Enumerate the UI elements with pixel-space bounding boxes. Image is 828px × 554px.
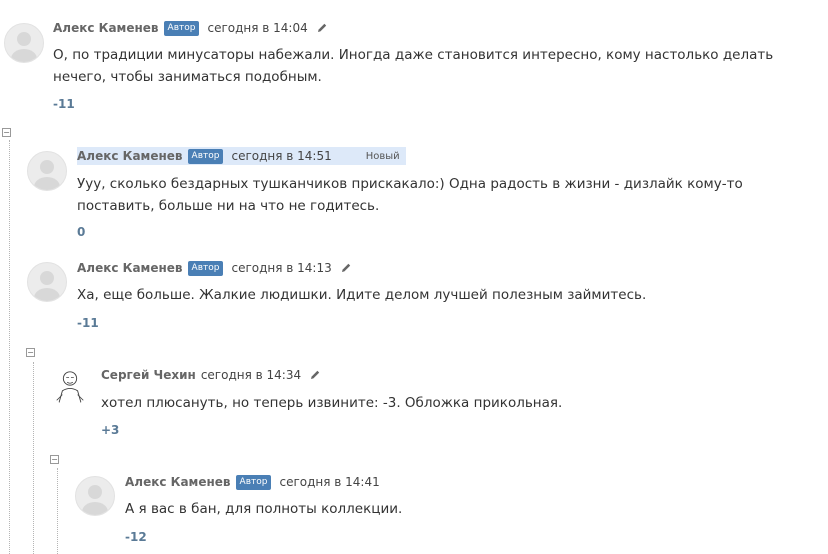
author-badge: Автор [187, 260, 224, 276]
comment-meta: Алекс Каменев Автор сегодня в 14:51 Новы… [77, 147, 406, 165]
comment-text: хотел плюсануть, но теперь извините: -3.… [101, 395, 563, 411]
comment-time[interactable]: сегодня в 14:04 [207, 21, 307, 35]
comment-meta: Алекс Каменев Автор сегодня в 14:13 [77, 259, 352, 277]
thread-line [9, 140, 10, 554]
comment-text: Ха, еще больше. Жалкие людишки. Идите де… [77, 287, 647, 303]
collapse-toggle-icon[interactable]: − [2, 128, 11, 137]
pencil-icon[interactable] [340, 262, 352, 274]
comment-time[interactable]: сегодня в 14:13 [231, 261, 331, 275]
avatar[interactable] [4, 23, 44, 63]
comment-time[interactable]: сегодня в 14:41 [279, 475, 379, 489]
collapse-toggle-icon[interactable]: − [50, 455, 59, 464]
avatar[interactable] [27, 151, 67, 191]
author-name[interactable]: Алекс Каменев [125, 475, 231, 489]
author-name[interactable]: Алекс Каменев [77, 261, 183, 275]
avatar[interactable] [75, 476, 115, 516]
author-name[interactable]: Алекс Каменев [77, 149, 183, 163]
comment-meta: Алекс Каменев Автор сегодня в 14:41 [125, 473, 388, 491]
comment-text: А я вас в бан, для полноты коллекции. [125, 501, 403, 517]
vote-score: -11 [53, 97, 75, 111]
pencil-icon[interactable] [309, 369, 321, 381]
author-name[interactable]: Алекс Каменев [53, 21, 159, 35]
comment-time[interactable]: сегодня в 14:34 [201, 368, 301, 382]
new-label: Новый [365, 150, 400, 162]
vote-score: 0 [77, 225, 86, 239]
vote-score: -11 [77, 316, 99, 330]
comment-text: Ууу, сколько бездарных тушканчиков приск… [77, 176, 743, 214]
comment-meta: Алекс Каменев Автор сегодня в 14:04 [53, 19, 328, 37]
author-badge: Автор [235, 474, 272, 490]
thread-line [33, 362, 34, 554]
thread-line [57, 468, 58, 554]
author-badge: Автор [187, 148, 224, 164]
pencil-icon[interactable] [316, 22, 328, 34]
vote-score: -12 [125, 530, 147, 544]
comment-time[interactable]: сегодня в 14:51 [231, 149, 331, 163]
author-badge: Автор [163, 20, 200, 36]
avatar[interactable] [51, 368, 89, 406]
avatar[interactable] [27, 262, 67, 302]
vote-score: +3 [101, 423, 120, 437]
collapse-toggle-icon[interactable]: − [26, 348, 35, 357]
comment-meta: Сергей Чехин сегодня в 14:34 [101, 366, 321, 384]
comment-text: О, по традиции минусаторы набежали. Иног… [53, 47, 774, 85]
author-name[interactable]: Сергей Чехин [101, 368, 196, 382]
